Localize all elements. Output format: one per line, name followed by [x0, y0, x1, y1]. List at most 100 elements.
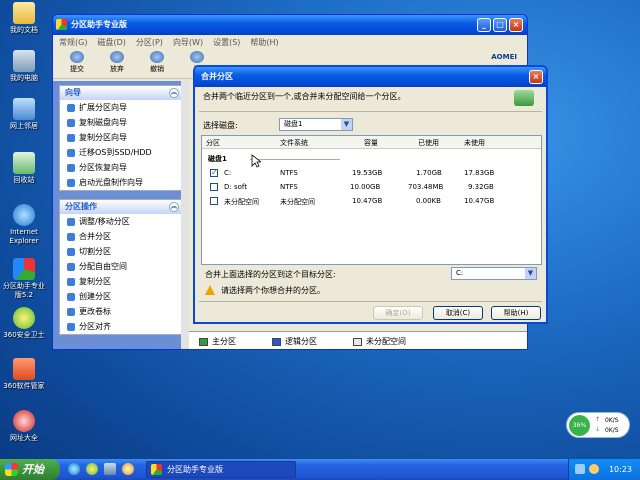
menu-help[interactable]: 帮助(H)	[250, 37, 278, 48]
aomei-logo: AOMEI	[491, 53, 517, 61]
ok-button[interactable]: 确定(O)	[373, 306, 423, 320]
wizard-item[interactable]: 分区恢复向导	[60, 160, 182, 175]
computer-icon	[13, 50, 35, 72]
wizard-item[interactable]: 启动光盘制作向导	[60, 175, 182, 190]
quicklaunch-app-icon[interactable]	[122, 463, 134, 475]
ops-item-icon	[67, 277, 75, 286]
ops-item[interactable]: 创建分区	[60, 289, 182, 304]
percent-badge: 36%	[569, 415, 590, 436]
360-software-icon	[13, 358, 35, 380]
download-speed: 0K/S	[605, 427, 619, 434]
collapse-chevron-icon[interactable]: ︽	[169, 202, 179, 212]
ops-item[interactable]: 分配自由空间	[60, 259, 182, 274]
download-arrow-icon: ↓	[595, 426, 601, 433]
app-title-bar[interactable]: 分区助手专业版 _ □ ×	[53, 15, 527, 35]
undo-button[interactable]: 撤销	[139, 49, 175, 74]
menu-disk[interactable]: 磁盘(D)	[97, 37, 125, 48]
wizard-item[interactable]: 复制分区向导	[60, 130, 182, 145]
ops-item[interactable]: 合并分区	[60, 229, 182, 244]
wizard-item[interactable]: 扩展分区向导	[60, 100, 182, 115]
upload-arrow-icon: ↑	[595, 416, 601, 423]
quicklaunch-360-icon[interactable]	[86, 463, 98, 475]
apply-button[interactable]: 提交	[59, 49, 95, 74]
left-panel-scrollbar[interactable]	[181, 81, 189, 349]
minimize-button[interactable]: _	[477, 18, 491, 32]
wizard-item-icon	[67, 103, 75, 112]
menu-settings[interactable]: 设置(S)	[213, 37, 240, 48]
ops-item[interactable]: 调整/移动分区	[60, 214, 182, 229]
row-checkbox[interactable]: ✓	[210, 169, 218, 177]
clock[interactable]: 10:23	[609, 465, 632, 474]
partition-ops-header[interactable]: 分区操作 ︽	[60, 200, 182, 214]
discard-button[interactable]: 放弃	[99, 49, 135, 74]
select-disk-label: 选择磁盘:	[203, 121, 238, 130]
desktop-icon-web-links[interactable]: 网址大全	[2, 410, 46, 443]
legend-unallocated: 未分配空间	[353, 336, 406, 347]
cancel-button[interactable]: 取消(C)	[433, 306, 483, 320]
ops-item[interactable]: 复制分区	[60, 274, 182, 289]
warning-message: 请选择两个你想合并的分区。	[221, 286, 325, 295]
partition-assistant-icon	[151, 464, 162, 475]
dialog-close-button[interactable]: ×	[529, 70, 543, 84]
wizard-item[interactable]: 复制磁盘向导	[60, 115, 182, 130]
ops-item-icon	[67, 247, 75, 256]
quicklaunch-desktop-icon[interactable]	[104, 463, 116, 475]
table-row[interactable]: 未分配空间 未分配空间 10.47GB 0.00KB 10.47GB	[202, 195, 541, 208]
ops-item-icon	[67, 217, 75, 226]
left-panel: 向导 ︽ 扩展分区向导 复制磁盘向导 复制分区向导 迁移OS到SSD/HDD 分区…	[53, 81, 189, 349]
ops-item-icon	[67, 322, 75, 331]
app-logo-icon	[56, 19, 67, 30]
discard-icon	[110, 51, 124, 63]
desktop-icon-network[interactable]: 网上邻居	[2, 98, 46, 131]
wizard-group-header[interactable]: 向导 ︽	[60, 86, 182, 100]
taskbar-item-partition-assistant[interactable]: 分区助手专业版	[146, 461, 296, 478]
menu-partition[interactable]: 分区(P)	[136, 37, 163, 48]
maximize-button[interactable]: □	[493, 18, 507, 32]
ops-item[interactable]: 分区对齐	[60, 319, 182, 334]
dialog-description: 合并两个临近分区到一个,或合并未分配空间给一个分区。	[203, 92, 406, 101]
web-links-icon	[13, 410, 35, 432]
wizard-item[interactable]: 迁移OS到SSD/HDD	[60, 145, 182, 160]
desktop-icon-ie[interactable]: Internet Explorer	[2, 204, 46, 246]
desktop-icon-360-safe[interactable]: 360安全卫士	[2, 307, 46, 340]
desktop-icon-360-software[interactable]: 360软件管家	[2, 358, 46, 391]
desktop-icon-my-computer[interactable]: 我的电脑	[2, 50, 46, 83]
tray-network-icon[interactable]	[575, 464, 585, 474]
tray-app-icon[interactable]	[589, 464, 599, 474]
quicklaunch-ie-icon[interactable]	[68, 463, 80, 475]
menu-general[interactable]: 常规(G)	[59, 37, 87, 48]
select-disk-dropdown[interactable]: 磁盘1 ▼	[279, 118, 353, 131]
warning-icon	[205, 285, 215, 295]
start-button[interactable]: 开始	[0, 459, 60, 480]
wizard-item-icon	[67, 163, 75, 172]
partition-legend: 主分区 逻辑分区 未分配空间	[189, 331, 527, 349]
help-button[interactable]: 帮助(H)	[491, 306, 541, 320]
redo-icon	[190, 51, 204, 63]
partition-assistant-icon	[13, 258, 35, 280]
wizard-item-icon	[67, 133, 75, 142]
mouse-cursor-icon	[251, 154, 261, 168]
ops-item[interactable]: 切割分区	[60, 244, 182, 259]
table-row[interactable]: ✓ C: NTFS 19.53GB 1.70GB 17.83GB	[202, 167, 541, 180]
close-button[interactable]: ×	[509, 18, 523, 32]
collapse-chevron-icon[interactable]: ︽	[169, 88, 179, 98]
merge-partition-dialog: 合并分区 × 合并两个临近分区到一个,或合并未分配空间给一个分区。 选择磁盘: …	[193, 65, 548, 324]
menu-bar: 常规(G) 磁盘(D) 分区(P) 向导(W) 设置(S) 帮助(H)	[53, 35, 527, 49]
row-checkbox[interactable]	[210, 183, 218, 191]
desktop-icon-my-documents[interactable]: 我的文档	[2, 2, 46, 35]
wizard-group: 向导 ︽ 扩展分区向导 复制磁盘向导 复制分区向导 迁移OS到SSD/HDD 分区…	[59, 85, 183, 191]
target-partition-dropdown[interactable]: C: ▼	[451, 267, 537, 280]
dialog-title-bar[interactable]: 合并分区 ×	[195, 67, 546, 87]
menu-wizard[interactable]: 向导(W)	[173, 37, 203, 48]
upload-speed: 0K/S	[605, 417, 619, 424]
desktop-icon-partition-assistant[interactable]: 分区助手专业版5.2	[2, 258, 46, 300]
network-icon	[13, 98, 35, 120]
desktop-icon-recycle-bin[interactable]: 回收站	[2, 152, 46, 185]
wizard-item-icon	[67, 118, 75, 127]
legend-swatch	[199, 337, 208, 346]
ops-item-icon	[67, 292, 75, 301]
row-checkbox[interactable]	[210, 197, 218, 205]
table-row[interactable]: D: soft NTFS 10.00GB 703.48MB 9.32GB	[202, 181, 541, 194]
ops-item[interactable]: 更改卷标	[60, 304, 182, 319]
network-monitor-gadget[interactable]: 36% ↑ 0K/S ↓ 0K/S	[566, 412, 630, 438]
